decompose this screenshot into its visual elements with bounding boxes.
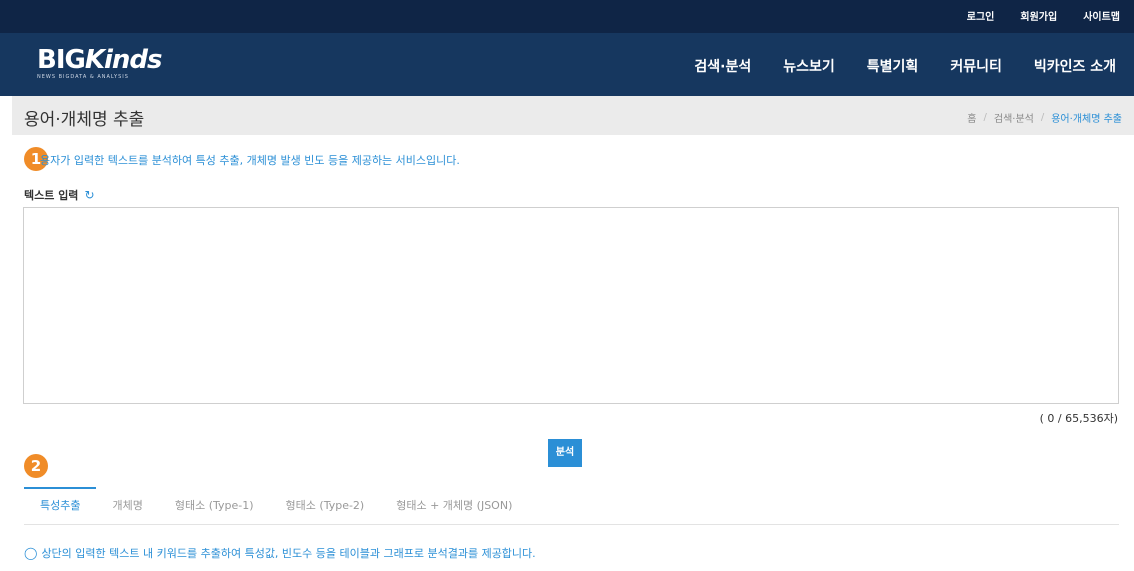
nav-item-news[interactable]: 뉴스보기	[783, 56, 835, 76]
tab-named-entity[interactable]: 개체명	[96, 487, 158, 524]
page-title: 용어·개체명 추출	[24, 110, 145, 130]
text-input-area[interactable]	[23, 207, 1119, 404]
step-badge-2: 2	[24, 454, 48, 478]
result-note-text: 상단의 입력한 텍스트 내 키워드를 추출하여 특성값, 빈도수 등을 테이블과…	[41, 547, 536, 560]
breadcrumb-current: 용어·개체명 추출	[1051, 114, 1122, 125]
character-counter: ( 0 / 65,536자)	[1039, 412, 1118, 425]
breadcrumb-separator: /	[1040, 112, 1045, 123]
main-nav: 검색·분석 뉴스보기 특별기획 커뮤니티 빅카인즈 소개	[694, 56, 1116, 76]
logo-text-big: BIG	[37, 45, 86, 75]
sitemap-link[interactable]: 사이트맵	[1083, 8, 1120, 23]
bigkinds-logo[interactable]: BIGKinds NEWS BIGDATA & ANALYSIS	[37, 47, 162, 80]
breadcrumb-home[interactable]: 홈	[967, 110, 976, 125]
text-input-label: 텍스트 입력	[24, 189, 79, 202]
nav-item-special[interactable]: 특별기획	[867, 56, 919, 76]
service-description: 용자가 입력한 텍스트를 분석하여 특성 추출, 개체명 발생 빈도 등을 제공…	[40, 154, 460, 167]
login-link[interactable]: 로그인	[967, 8, 995, 23]
logo-text-kinds: Kinds	[84, 45, 163, 75]
text-input-label-row: 텍스트 입력 ↻	[24, 187, 95, 203]
nav-item-about[interactable]: 빅카인즈 소개	[1034, 56, 1116, 76]
tab-morpheme-entity-json[interactable]: 형태소 + 개체명 (JSON)	[380, 487, 528, 524]
nav-item-search-analysis[interactable]: 검색·분석	[694, 56, 751, 76]
analyze-button[interactable]: 분석	[548, 439, 582, 467]
nav-item-community[interactable]: 커뮤니티	[950, 56, 1002, 76]
refresh-icon[interactable]: ↻	[84, 188, 94, 202]
tab-feature-extraction[interactable]: 특성추출	[24, 487, 97, 524]
breadcrumb-separator: /	[983, 112, 987, 123]
signup-link[interactable]: 회원가입	[1020, 8, 1057, 23]
result-tabs: 특성추출 개체명 형태소 (Type-1) 형태소 (Type-2) 형태소 +…	[24, 487, 1119, 525]
top-utility-bar: 로그인 회원가입 사이트맵	[0, 0, 1134, 33]
result-note: ◯ 상단의 입력한 텍스트 내 키워드를 추출하여 특성값, 빈도수 등을 테이…	[24, 545, 536, 561]
utility-links: 로그인 회원가입 사이트맵	[967, 8, 1120, 23]
tab-morpheme-type1[interactable]: 형태소 (Type-1)	[159, 487, 270, 524]
tab-morpheme-type2[interactable]: 형태소 (Type-2)	[270, 487, 381, 524]
breadcrumb-section[interactable]: 검색·분석	[994, 110, 1034, 125]
page-title-bar: 용어·개체명 추출 홈 / 검색·분석 / 용어·개체명 추출	[12, 96, 1134, 135]
breadcrumb: 홈 / 검색·분석 / 용어·개체명 추출	[967, 110, 1122, 125]
main-navbar: BIGKinds NEWS BIGDATA & ANALYSIS 검색·분석 뉴…	[0, 33, 1134, 96]
check-circle-icon: ◯	[24, 546, 38, 560]
